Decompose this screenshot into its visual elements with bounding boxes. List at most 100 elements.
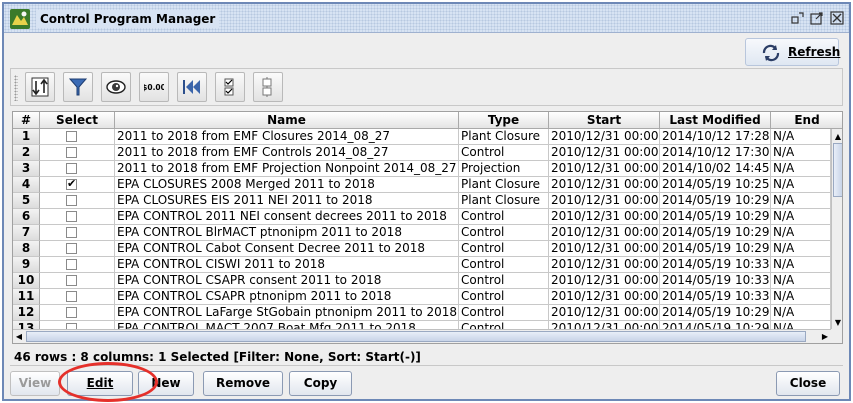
remove-button[interactable]: Remove <box>203 371 283 396</box>
row-select-checkbox[interactable] <box>66 291 77 302</box>
row-select-checkbox[interactable]: ✔ <box>66 177 77 190</box>
row-name-cell[interactable]: EPA CONTROL Cabot Consent Decree 2011 to… <box>115 241 459 257</box>
row-type-cell[interactable]: Plant Closure <box>459 129 549 145</box>
row-select-checkbox[interactable] <box>66 259 77 270</box>
table-row[interactable]: 9 EPA CONTROL CISWI 2011 to 2018 Control 20… <box>13 257 831 273</box>
row-start-cell[interactable]: 2010/12/31 00:00 <box>549 305 660 321</box>
row-name-cell[interactable]: EPA CONTROL LaFarge StGobain ptnonipm 20… <box>115 305 459 321</box>
row-number-cell[interactable]: 5 <box>13 193 40 209</box>
row-last-modified-cell[interactable]: 2014/05/19 10:25 <box>660 177 771 193</box>
view-columns-button[interactable] <box>101 72 131 102</box>
row-start-cell[interactable]: 2010/12/31 00:00 <box>549 161 660 177</box>
row-number-cell[interactable]: 2 <box>13 145 40 161</box>
horizontal-scroll-thumb[interactable] <box>26 331 806 342</box>
row-select-checkbox[interactable] <box>66 131 77 142</box>
row-select-checkbox[interactable] <box>66 147 77 158</box>
row-last-modified-cell[interactable]: 2014/10/02 14:45 <box>660 161 771 177</box>
row-type-cell[interactable]: Projection <box>459 161 549 177</box>
row-end-cell[interactable]: N/A <box>771 273 831 289</box>
table-row[interactable]: 6 EPA CONTROL 2011 NEI consent decrees 20… <box>13 209 831 225</box>
row-last-modified-cell[interactable]: 2014/10/12 17:28 <box>660 129 771 145</box>
row-start-cell[interactable]: 2010/12/31 00:00 <box>549 225 660 241</box>
format-money-button[interactable]: $0.00 <box>139 72 169 102</box>
row-last-modified-cell[interactable]: 2014/05/19 10:29 <box>660 193 771 209</box>
maximize-icon[interactable] <box>810 11 824 25</box>
row-end-cell[interactable]: N/A <box>771 241 831 257</box>
table-row[interactable]: 5 EPA CLOSURES EIS 2011 NEI 2011 to 2018 P… <box>13 193 831 209</box>
table-row[interactable]: 7 EPA CONTROL BlrMACT ptnonipm 2011 to 20… <box>13 225 831 241</box>
row-number-cell[interactable]: 4 <box>13 177 40 193</box>
row-type-cell[interactable]: Plant Closure <box>459 193 549 209</box>
sort-columns-button[interactable] <box>25 72 55 102</box>
close-window-icon[interactable] <box>830 11 844 25</box>
row-last-modified-cell[interactable]: 2014/05/19 10:33 <box>660 273 771 289</box>
horizontal-scrollbar[interactable]: ◀ ▶ <box>13 329 831 343</box>
column-header-start[interactable]: Start <box>549 112 660 129</box>
row-select-checkbox[interactable] <box>66 163 77 174</box>
row-number-cell[interactable]: 9 <box>13 257 40 273</box>
row-name-cell[interactable]: 2011 to 2018 from EMF Closures 2014_08_2… <box>115 129 459 145</box>
scroll-right-icon[interactable]: ▶ <box>819 330 831 343</box>
row-end-cell[interactable]: N/A <box>771 145 831 161</box>
row-end-cell[interactable]: N/A <box>771 161 831 177</box>
row-type-cell[interactable]: Control <box>459 289 549 305</box>
row-start-cell[interactable]: 2010/12/31 00:00 <box>549 145 660 161</box>
row-name-cell[interactable]: EPA CONTROL CISWI 2011 to 2018 <box>115 257 459 273</box>
row-start-cell[interactable]: 2010/12/31 00:00 <box>549 257 660 273</box>
row-type-cell[interactable]: Control <box>459 225 549 241</box>
column-header-type[interactable]: Type <box>459 112 549 129</box>
row-start-cell[interactable]: 2010/12/31 00:00 <box>549 273 660 289</box>
row-number-cell[interactable]: 12 <box>13 305 40 321</box>
table-row[interactable]: 4 ✔ EPA CLOSURES 2008 Merged 2011 to 2018 P… <box>13 177 831 193</box>
column-header-end[interactable]: End <box>771 112 842 129</box>
row-last-modified-cell[interactable]: 2014/05/19 10:33 <box>660 257 771 273</box>
row-type-cell[interactable]: Control <box>459 209 549 225</box>
row-end-cell[interactable]: N/A <box>771 305 831 321</box>
scroll-up-icon[interactable]: ▲ <box>832 131 842 143</box>
row-name-cell[interactable]: EPA CONTROL BlrMACT ptnonipm 2011 to 201… <box>115 225 459 241</box>
row-start-cell[interactable]: 2010/12/31 00:00 <box>549 241 660 257</box>
row-number-cell[interactable]: 8 <box>13 241 40 257</box>
table-row[interactable]: 1 2011 to 2018 from EMF Closures 2014_08_… <box>13 129 831 145</box>
row-last-modified-cell[interactable]: 2014/05/19 10:29 <box>660 225 771 241</box>
row-name-cell[interactable]: EPA CONTROL CSAPR consent 2011 to 2018 <box>115 273 459 289</box>
row-last-modified-cell[interactable]: 2014/05/19 10:33 <box>660 289 771 305</box>
scroll-left-icon[interactable]: ◀ <box>13 330 25 343</box>
row-select-checkbox[interactable] <box>66 243 77 254</box>
row-number-cell[interactable]: 10 <box>13 273 40 289</box>
row-last-modified-cell[interactable]: 2014/10/12 17:30 <box>660 145 771 161</box>
row-end-cell[interactable]: N/A <box>771 209 831 225</box>
row-last-modified-cell[interactable]: 2014/05/19 10:29 <box>660 209 771 225</box>
row-type-cell[interactable]: Control <box>459 257 549 273</box>
row-start-cell[interactable]: 2010/12/31 00:00 <box>549 289 660 305</box>
row-start-cell[interactable]: 2010/12/31 00:00 <box>549 193 660 209</box>
row-number-cell[interactable]: 7 <box>13 225 40 241</box>
toolbar-grip[interactable] <box>14 75 18 101</box>
row-name-cell[interactable]: EPA CONTROL CSAPR ptnonipm 2011 to 2018 <box>115 289 459 305</box>
row-select-checkbox[interactable] <box>66 275 77 286</box>
copy-button[interactable]: Copy <box>289 371 352 396</box>
row-select-checkbox[interactable] <box>66 211 77 222</box>
view-button[interactable]: View <box>10 371 60 396</box>
reset-button[interactable] <box>177 72 207 102</box>
row-select-checkbox[interactable] <box>66 307 77 318</box>
title-bar[interactable]: Control Program Manager <box>4 4 849 33</box>
row-select-checkbox[interactable] <box>66 195 77 206</box>
row-start-cell[interactable]: 2010/12/31 00:00 <box>549 177 660 193</box>
row-end-cell[interactable]: N/A <box>771 129 831 145</box>
vertical-scrollbar[interactable]: ▲ ▼ <box>831 129 842 329</box>
close-button[interactable]: Close <box>776 371 840 396</box>
row-last-modified-cell[interactable]: 2014/05/19 10:29 <box>660 305 771 321</box>
vertical-scroll-thumb[interactable] <box>833 143 842 197</box>
minimize-icon[interactable] <box>791 11 805 25</box>
row-type-cell[interactable]: Control <box>459 305 549 321</box>
row-type-cell[interactable]: Control <box>459 241 549 257</box>
table-row[interactable]: 11 EPA CONTROL CSAPR ptnonipm 2011 to 201… <box>13 289 831 305</box>
table-row[interactable]: 2 2011 to 2018 from EMF Controls 2014_08_… <box>13 145 831 161</box>
column-header-number[interactable]: # <box>13 112 40 129</box>
column-header-select[interactable]: Select <box>40 112 115 129</box>
row-end-cell[interactable]: N/A <box>771 193 831 209</box>
row-number-cell[interactable]: 6 <box>13 209 40 225</box>
row-start-cell[interactable]: 2010/12/31 00:00 <box>549 129 660 145</box>
row-number-cell[interactable]: 1 <box>13 129 40 145</box>
